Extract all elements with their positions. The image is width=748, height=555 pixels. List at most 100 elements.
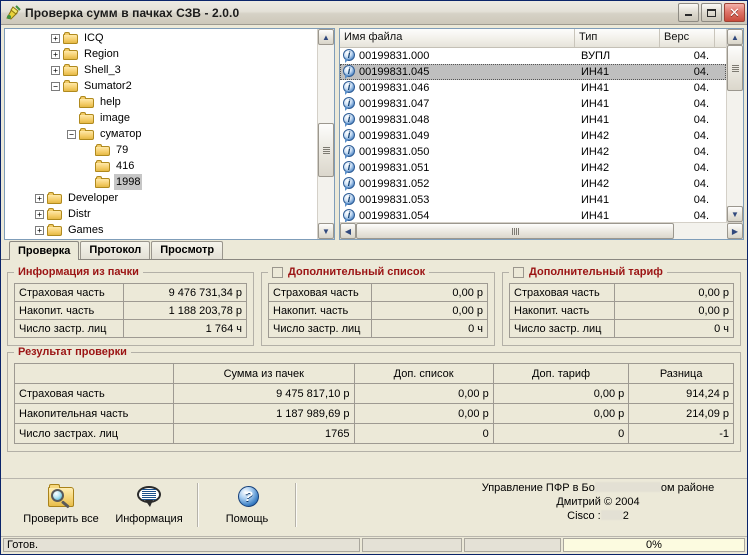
- list-horizontal-scrollbar[interactable]: ◀ ▶: [340, 222, 743, 239]
- folder-tree-pane[interactable]: +ICQ+Region+Shell_3−Sumator2helpimage − су…: [4, 28, 335, 240]
- list-scroll-down-arrow-icon[interactable]: ▼: [727, 206, 743, 222]
- tab-strip[interactable]: ПроверкаПротоколПросмотр: [1, 241, 747, 260]
- tab-2[interactable]: Протокол: [80, 241, 150, 259]
- collapse-minus-icon[interactable]: −: [67, 130, 76, 139]
- file-list-rows[interactable]: i00199831.000ВУПЛ04.i00199831.045ИН4104.…: [340, 48, 726, 222]
- file-list-column-header[interactable]: Верс: [660, 29, 715, 47]
- file-list-column-header[interactable]: Имя файла: [340, 29, 575, 47]
- file-list-row[interactable]: i00199831.052ИН4204.: [340, 176, 726, 192]
- summary-row-label: Накопит. часть: [15, 302, 124, 320]
- summary-row-value: 0,00 р: [615, 284, 734, 302]
- file-list-row[interactable]: i00199831.046ИН4104.: [340, 80, 726, 96]
- file-name-cell: 00199831.000: [358, 48, 575, 64]
- file-list-column-header[interactable]: Тип: [575, 29, 660, 47]
- list-scroll-up-arrow-icon[interactable]: ▲: [727, 29, 743, 45]
- results-column-header: Доп. тариф: [493, 364, 629, 384]
- tree-item[interactable]: 79: [5, 142, 317, 158]
- list-vertical-scrollbar[interactable]: ▲ ▼: [726, 29, 743, 222]
- file-list-row[interactable]: i00199831.053ИН4104.: [340, 192, 726, 208]
- file-list-row[interactable]: i00199831.048ИН4104.: [340, 112, 726, 128]
- expand-plus-icon[interactable]: +: [35, 210, 44, 219]
- status-bar: Готов. 0%: [1, 536, 747, 554]
- browser-panes: +ICQ+Region+Shell_3−Sumator2helpimage − су…: [1, 25, 747, 241]
- grip-icon: [512, 228, 519, 235]
- tree-item[interactable]: help: [5, 94, 317, 110]
- tree-item[interactable]: +Games: [5, 222, 317, 238]
- cisco-suffix: 2: [623, 510, 629, 522]
- check-all-button[interactable]: Проверить все: [17, 483, 105, 525]
- file-list-row[interactable]: i00199831.047ИН4104.: [340, 96, 726, 112]
- group-additional-tariff: Дополнительный тариф Страховая часть0,00…: [502, 266, 741, 346]
- tree-item[interactable]: −Sumator2: [5, 78, 317, 94]
- results-column-header: Сумма из пачек: [174, 364, 355, 384]
- summary-row-label: Страховая часть: [269, 284, 372, 302]
- expand-plus-icon[interactable]: +: [35, 226, 44, 235]
- group-additional-list-title: Дополнительный список: [268, 266, 429, 278]
- additional-list-checkbox[interactable]: [272, 267, 283, 278]
- tree-item-label: 79: [114, 142, 130, 158]
- file-list-row[interactable]: i00199831.050ИН4204.: [340, 144, 726, 160]
- file-list-header[interactable]: Имя файлаТипВерс: [340, 29, 726, 48]
- tree-item[interactable]: image: [5, 110, 317, 126]
- file-list-pane[interactable]: Имя файлаТипВерс i00199831.000ВУПЛ04.i00…: [339, 28, 744, 240]
- additional-tariff-checkbox[interactable]: [513, 267, 524, 278]
- tree-item[interactable]: +Region: [5, 46, 317, 62]
- help-question-icon: ?: [232, 483, 262, 511]
- tree-indent-spacer: [67, 98, 76, 107]
- results-row-label: Страховая часть: [15, 384, 174, 404]
- list-scroll-thumb[interactable]: [727, 45, 743, 91]
- expand-plus-icon[interactable]: +: [51, 34, 60, 43]
- file-name-cell: 00199831.047: [358, 96, 575, 112]
- tree-item[interactable]: − суматор: [5, 126, 317, 142]
- summary-row-value: 0 ч: [371, 320, 487, 338]
- file-list-row[interactable]: i00199831.054ИН4104.: [340, 208, 726, 222]
- file-version-cell: 04.: [660, 112, 715, 128]
- information-button[interactable]: Информация: [105, 483, 193, 525]
- file-list-row[interactable]: i00199831.045ИН4104.: [340, 64, 726, 80]
- minimize-button[interactable]: [678, 3, 699, 22]
- tab-1[interactable]: Проверка: [9, 241, 79, 260]
- file-list-row[interactable]: i00199831.051ИН4204.: [340, 160, 726, 176]
- file-list-row[interactable]: i00199831.000ВУПЛ04.: [340, 48, 726, 64]
- tree-scroll-thumb[interactable]: [318, 123, 334, 177]
- tree-scroll-track[interactable]: [318, 45, 334, 223]
- tree-item-label: суматор: [98, 126, 143, 142]
- folder-icon: [95, 144, 111, 157]
- window-title: Проверка сумм в пачках СЗВ - 2.0.0: [25, 6, 678, 20]
- help-button[interactable]: ? Помощь: [203, 483, 291, 525]
- tree-item[interactable]: 1998: [5, 174, 317, 190]
- scroll-down-arrow-icon[interactable]: ▼: [318, 223, 334, 239]
- tree-vertical-scrollbar[interactable]: ▲ ▼: [317, 29, 334, 239]
- scroll-right-arrow-icon[interactable]: ▶: [727, 223, 743, 239]
- tree-item[interactable]: +Developer: [5, 190, 317, 206]
- folder-icon: [79, 112, 95, 125]
- tree-item-label: Distr: [66, 206, 93, 222]
- file-list-row[interactable]: i00199831.049ИН4204.: [340, 128, 726, 144]
- file-version-cell: 04.: [660, 144, 715, 160]
- app-icon: [5, 5, 21, 21]
- tree-item[interactable]: +ICQ: [5, 30, 317, 46]
- close-button[interactable]: ✕: [724, 3, 745, 22]
- expand-plus-icon[interactable]: +: [51, 66, 60, 75]
- tab-3[interactable]: Просмотр: [151, 241, 223, 259]
- results-header-row: Сумма из пачекДоп. списокДоп. тарифРазни…: [15, 364, 734, 384]
- tree-item[interactable]: + Distr: [5, 206, 317, 222]
- folder-icon: [63, 48, 79, 61]
- folder-tree[interactable]: +ICQ+Region+Shell_3−Sumator2helpimage − су…: [5, 29, 317, 239]
- expand-plus-icon[interactable]: +: [35, 194, 44, 203]
- hscroll-track[interactable]: [356, 223, 727, 239]
- scroll-up-arrow-icon[interactable]: ▲: [318, 29, 334, 45]
- tree-item[interactable]: 416: [5, 158, 317, 174]
- summary-row-label: Число застр. лиц: [510, 320, 615, 338]
- scroll-left-arrow-icon[interactable]: ◀: [340, 223, 356, 239]
- collapse-minus-icon[interactable]: −: [51, 82, 60, 91]
- list-scroll-track[interactable]: [727, 45, 743, 206]
- expand-plus-icon[interactable]: +: [51, 50, 60, 59]
- group-additional-list: Дополнительный список Страховая часть0,0…: [261, 266, 495, 346]
- summary-row: Страховая часть9 476 731,34 р: [15, 284, 247, 302]
- maximize-button[interactable]: [701, 3, 722, 22]
- hscroll-thumb[interactable]: [356, 223, 674, 239]
- summary-row-value: 0,00 р: [371, 302, 487, 320]
- summary-row-value: 1 764 ч: [124, 320, 247, 338]
- tree-item[interactable]: +Shell_3: [5, 62, 317, 78]
